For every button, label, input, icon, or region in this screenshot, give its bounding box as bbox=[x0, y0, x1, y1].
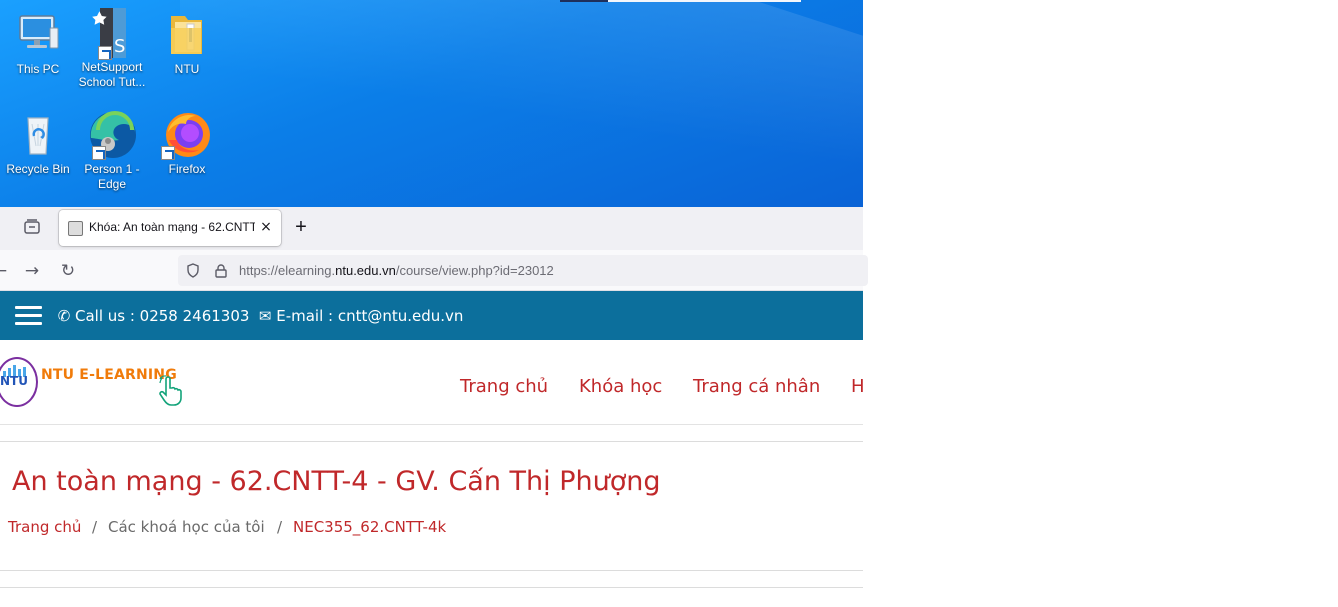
nav-profile[interactable]: Trang cá nhân bbox=[693, 376, 820, 397]
nav-home[interactable]: Trang chủ bbox=[460, 376, 548, 397]
seal-text: NTU bbox=[0, 374, 28, 388]
desktop-icon-label: NTU bbox=[174, 62, 200, 76]
browser-tab-strip: Khóa: An toàn mạng - 62.CNTT-4 - GV. Cấn… bbox=[0, 207, 863, 250]
desktop-icon-edge[interactable]: Person 1 - Edge bbox=[74, 110, 150, 192]
divider bbox=[0, 441, 863, 442]
desktop-icon-label: This PC bbox=[16, 62, 60, 76]
desktop-icon-label: NetSupport School Tut... bbox=[78, 60, 146, 89]
desktop-icon-ntu-folder[interactable]: NTU bbox=[149, 10, 225, 77]
hamburger-menu-icon[interactable] bbox=[15, 306, 42, 326]
url-text: https://elearning.ntu.edu.vn/course/view… bbox=[239, 263, 554, 278]
url-host: ntu.edu.vn bbox=[335, 263, 396, 278]
window-edge-dark bbox=[560, 0, 608, 2]
desktop-icon-label: Person 1 - Edge bbox=[84, 162, 140, 191]
shortcut-arrow-icon bbox=[161, 146, 175, 160]
desktop-icon-netsupport[interactable]: S NetSupport School Tut... bbox=[74, 8, 150, 90]
wallpaper-light-beam bbox=[180, 0, 863, 207]
firefox-view-icon[interactable] bbox=[22, 217, 44, 239]
desktop-icon-label: Recycle Bin bbox=[6, 162, 70, 176]
svg-text:S: S bbox=[114, 36, 125, 57]
contact-phone: Call us : 0258 2461303 bbox=[75, 307, 250, 325]
back-button[interactable]: ← bbox=[0, 261, 10, 281]
contact-info: ✆ Call us : 0258 2461303 ✉ E-mail : cntt@n… bbox=[57, 307, 464, 325]
desktop-icon-this-pc[interactable]: This PC bbox=[0, 10, 76, 77]
envelope-icon: ✉ bbox=[258, 307, 272, 325]
url-path: /course/view.php?id=23012 bbox=[395, 263, 554, 278]
breadcrumb-course[interactable]: NEC355_62.CNTT-4k bbox=[293, 518, 446, 536]
contact-email[interactable]: E-mail : cntt@ntu.edu.vn bbox=[276, 307, 463, 325]
shortcut-arrow-icon bbox=[98, 46, 112, 60]
phone-icon: ✆ bbox=[57, 307, 71, 325]
breadcrumb-separator: / bbox=[92, 518, 98, 536]
edge-icon bbox=[88, 110, 136, 160]
close-tab-icon[interactable]: × bbox=[258, 219, 274, 235]
contact-info-bar: ✆ Call us : 0258 2461303 ✉ E-mail : cntt@n… bbox=[0, 291, 863, 340]
shortcut-arrow-icon bbox=[92, 146, 106, 160]
reload-button[interactable]: ↻ bbox=[58, 261, 78, 281]
recycle-bin-icon bbox=[14, 110, 62, 158]
desktop-icon-firefox[interactable]: Firefox bbox=[149, 110, 225, 177]
desktop-icon-recycle-bin[interactable]: Recycle Bin bbox=[0, 110, 76, 177]
desktop-icon-label: Firefox bbox=[168, 162, 206, 176]
browser-nav-bar: ← → ↻ https://elearning.ntu.edu.vn/cours… bbox=[0, 250, 868, 291]
site-favicon-icon bbox=[68, 221, 83, 236]
active-tab[interactable]: Khóa: An toàn mạng - 62.CNTT-4 - GV. Cấn… bbox=[59, 210, 281, 246]
address-bar[interactable]: https://elearning.ntu.edu.vn/course/view… bbox=[178, 255, 868, 286]
screen: This PC S NetSupport School Tut... NTU R… bbox=[0, 0, 1338, 607]
breadcrumb-separator: / bbox=[277, 518, 283, 536]
breadcrumb-home[interactable]: Trang chủ bbox=[8, 518, 81, 536]
divider bbox=[0, 587, 863, 588]
this-pc-icon bbox=[14, 10, 62, 58]
folder-icon bbox=[163, 10, 211, 58]
ntu-elearning-logo[interactable]: NTU NTU E-LEARNING bbox=[0, 355, 190, 410]
firefox-icon bbox=[161, 110, 211, 160]
site-header: NTU NTU E-LEARNING Trang chủ Khóa học Tr… bbox=[0, 340, 865, 425]
nav-item-truncated[interactable]: H bbox=[851, 376, 865, 397]
url-prefix: https://elearning. bbox=[239, 263, 336, 278]
breadcrumb-my-courses: Các khoá học của tôi bbox=[108, 518, 265, 536]
divider bbox=[0, 570, 863, 571]
new-tab-button[interactable]: + bbox=[291, 217, 311, 238]
course-title: An toàn mạng - 62.CNTT-4 - GV. Cấn Thị P… bbox=[12, 466, 661, 497]
tab-title: Khóa: An toàn mạng - 62.CNTT-4 - GV. Cấn… bbox=[89, 220, 255, 234]
pointing-hand-icon bbox=[157, 375, 189, 407]
ntu-seal-icon: NTU bbox=[0, 357, 38, 407]
nav-courses[interactable]: Khóa học bbox=[579, 376, 662, 397]
forward-button[interactable]: → bbox=[22, 261, 42, 281]
tracking-protection-shield-icon[interactable] bbox=[186, 263, 200, 278]
desktop: This PC S NetSupport School Tut... NTU R… bbox=[0, 0, 863, 207]
netsupport-icon: S bbox=[88, 8, 136, 60]
lock-icon[interactable] bbox=[214, 263, 228, 278]
